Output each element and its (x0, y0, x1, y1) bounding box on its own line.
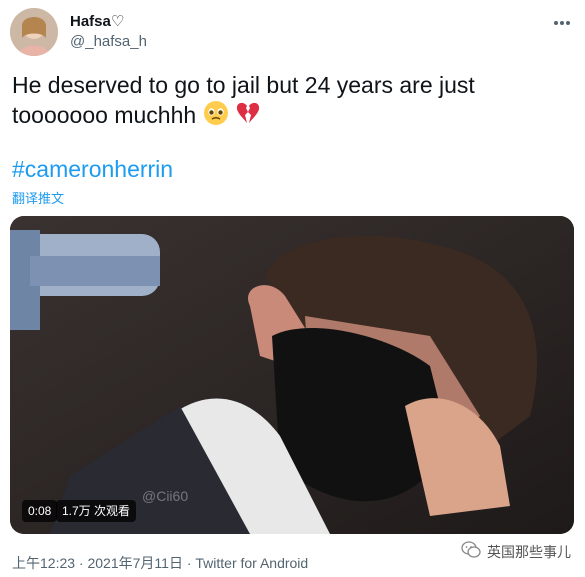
pleading-face-emoji (203, 100, 229, 133)
wechat-watermark: 英国那些事儿 (461, 541, 571, 562)
tweet-timestamp-source[interactable]: 上午12:23 · 2021年7月11日 · Twitter for Andro… (12, 553, 308, 573)
wechat-watermark-text: 英国那些事儿 (487, 543, 571, 560)
avatar-image (10, 8, 58, 56)
hashtag-link[interactable]: #cameronherrin (12, 156, 173, 183)
broken-heart-emoji (235, 100, 261, 133)
avatar[interactable] (10, 8, 58, 56)
wechat-icon (461, 541, 481, 562)
video-watermark: @Cii60 (142, 488, 189, 504)
author-name[interactable]: Hafsa♡ (70, 12, 124, 30)
author-handle[interactable]: @_hafsa_h (70, 33, 147, 50)
more-dots-icon[interactable] (553, 10, 571, 31)
tweet-text-block: He deserved to go to jail but 24 years a… (12, 70, 572, 133)
video-player[interactable] (10, 216, 574, 534)
translate-link[interactable]: 翻译推文 (12, 188, 64, 207)
video-views-badge: 1.7万 次观看 (56, 500, 137, 522)
video-duration-badge: 0:08 (22, 500, 58, 522)
video-frame (10, 216, 574, 534)
